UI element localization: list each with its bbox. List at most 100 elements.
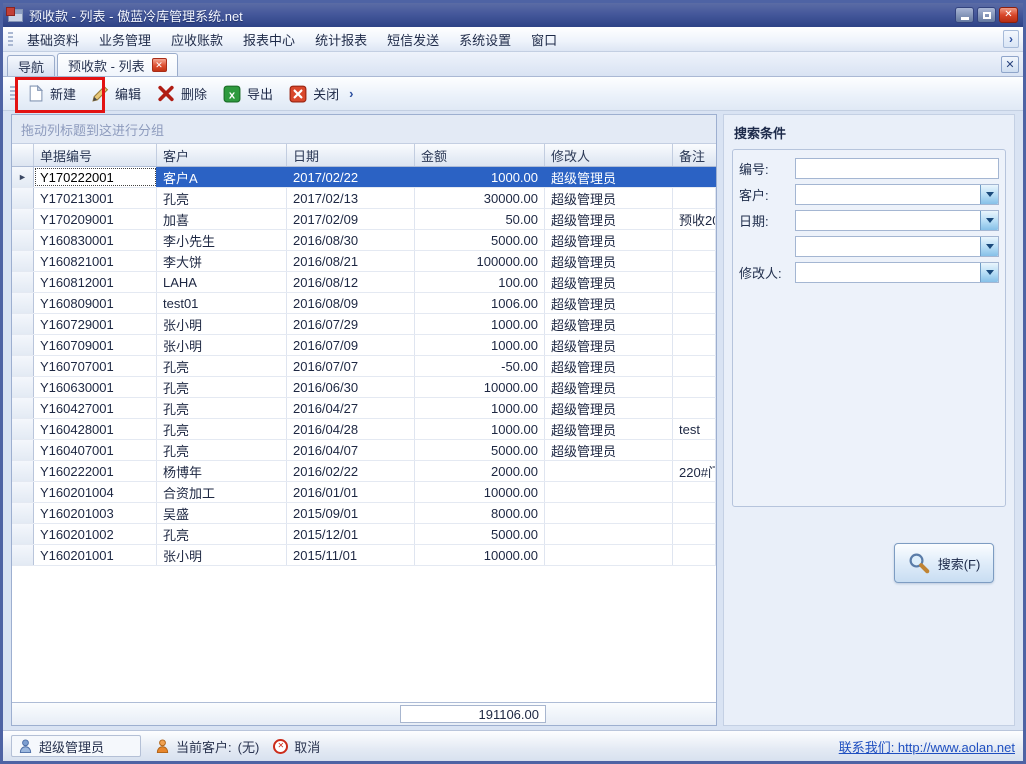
tabstrip-close-button[interactable]: ✕ [1001, 56, 1019, 73]
customer-dropdown-button[interactable] [980, 185, 998, 204]
cell-amount[interactable]: 5000.00 [415, 230, 545, 250]
contact-link[interactable]: 联系我们: http://www.aolan.net [839, 737, 1015, 756]
menu-item-3[interactable]: 应收账款 [161, 27, 233, 52]
cell-note[interactable] [673, 314, 716, 334]
menu-item-6[interactable]: 短信发送 [377, 27, 449, 52]
table-row[interactable]: Y160809001test012016/08/091006.00超级管理员 [12, 293, 716, 314]
toolbar-overflow-chevron-icon[interactable]: › [349, 86, 353, 101]
cell-amount[interactable]: 1000.00 [415, 398, 545, 418]
search-button[interactable]: 搜索(F) [894, 543, 994, 583]
cell-modifier[interactable]: 超级管理员 [545, 419, 673, 439]
column-header-code[interactable]: 单据编号 [34, 144, 157, 166]
cell-customer[interactable]: 客户A [157, 167, 287, 187]
row-indicator[interactable] [12, 461, 34, 481]
table-row[interactable]: Y160201003吴盛2015/09/018000.00 [12, 503, 716, 524]
cell-modifier[interactable] [545, 545, 673, 565]
row-indicator[interactable] [12, 251, 34, 271]
cell-note[interactable]: test [673, 419, 716, 439]
date-to-dropdown-button[interactable] [980, 237, 998, 256]
modifier-input[interactable] [796, 263, 980, 282]
table-row[interactable]: ►Y170222001客户A2017/02/221000.00超级管理员 [12, 167, 716, 188]
cell-date[interactable]: 2017/02/13 [287, 188, 415, 208]
cell-code[interactable]: Y160201003 [34, 503, 157, 523]
cell-date[interactable]: 2016/06/30 [287, 377, 415, 397]
cell-date[interactable]: 2017/02/09 [287, 209, 415, 229]
cell-date[interactable]: 2015/12/01 [287, 524, 415, 544]
table-row[interactable]: Y160201001张小明2015/11/0110000.00 [12, 545, 716, 566]
row-indicator[interactable] [12, 188, 34, 208]
cell-note[interactable]: 预收2017年1月份冷... [673, 209, 716, 229]
cell-amount[interactable]: 10000.00 [415, 482, 545, 502]
cell-customer[interactable]: 张小明 [157, 545, 287, 565]
row-indicator[interactable] [12, 524, 34, 544]
date-from-input[interactable] [796, 211, 980, 230]
cell-modifier[interactable] [545, 503, 673, 523]
close-view-button[interactable]: 关闭 [281, 80, 347, 107]
cell-amount[interactable]: 100.00 [415, 272, 545, 292]
cell-modifier[interactable] [545, 524, 673, 544]
cell-modifier[interactable]: 超级管理员 [545, 377, 673, 397]
cell-note[interactable] [673, 545, 716, 565]
cell-modifier[interactable]: 超级管理员 [545, 335, 673, 355]
cell-customer[interactable]: 孔亮 [157, 377, 287, 397]
row-indicator[interactable] [12, 398, 34, 418]
cell-code[interactable]: Y160428001 [34, 419, 157, 439]
cell-note[interactable] [673, 251, 716, 271]
cell-amount[interactable]: 5000.00 [415, 440, 545, 460]
cell-note[interactable] [673, 230, 716, 250]
cell-date[interactable]: 2016/04/27 [287, 398, 415, 418]
row-indicator[interactable] [12, 482, 34, 502]
cell-amount[interactable]: 5000.00 [415, 524, 545, 544]
cell-note[interactable]: 220#门市装修押金 [673, 461, 716, 481]
cell-date[interactable]: 2016/08/09 [287, 293, 415, 313]
table-row[interactable]: Y160709001张小明2016/07/091000.00超级管理员 [12, 335, 716, 356]
close-window-button[interactable]: ✕ [999, 7, 1018, 23]
cell-code[interactable]: Y160201004 [34, 482, 157, 502]
cell-date[interactable]: 2016/04/07 [287, 440, 415, 460]
cell-amount[interactable]: 1000.00 [415, 419, 545, 439]
cell-customer[interactable]: 孔亮 [157, 440, 287, 460]
maximize-button[interactable] [977, 7, 996, 23]
cell-note[interactable] [673, 377, 716, 397]
cell-customer[interactable]: 孔亮 [157, 398, 287, 418]
column-header-date[interactable]: 日期 [287, 144, 415, 166]
cell-customer[interactable]: 合资加工 [157, 482, 287, 502]
table-row[interactable]: Y170213001孔亮2017/02/1330000.00超级管理员 [12, 188, 716, 209]
cell-customer[interactable]: 吴盛 [157, 503, 287, 523]
cell-customer[interactable]: 孔亮 [157, 419, 287, 439]
cell-note[interactable] [673, 482, 716, 502]
cell-date[interactable]: 2017/02/22 [287, 167, 415, 187]
delete-button[interactable]: 删除 [149, 80, 215, 107]
cell-date[interactable]: 2015/11/01 [287, 545, 415, 565]
menu-overflow-button[interactable]: › [1003, 30, 1019, 48]
minimize-button[interactable] [955, 7, 974, 23]
table-row[interactable]: Y170209001加喜2017/02/0950.00超级管理员预收2017年1… [12, 209, 716, 230]
table-row[interactable]: Y160729001张小明2016/07/291000.00超级管理员 [12, 314, 716, 335]
cell-modifier[interactable]: 超级管理员 [545, 398, 673, 418]
cell-customer[interactable]: 李大饼 [157, 251, 287, 271]
cell-code[interactable]: Y160407001 [34, 440, 157, 460]
menu-item-4[interactable]: 报表中心 [233, 27, 305, 52]
cell-code[interactable]: Y160427001 [34, 398, 157, 418]
column-header-amount[interactable]: 金额 [415, 144, 545, 166]
table-row[interactable]: Y160201004合资加工2016/01/0110000.00 [12, 482, 716, 503]
column-header-customer[interactable]: 客户 [157, 144, 287, 166]
cell-customer[interactable]: test01 [157, 293, 287, 313]
cell-date[interactable]: 2016/08/12 [287, 272, 415, 292]
cell-modifier[interactable]: 超级管理员 [545, 209, 673, 229]
cell-amount[interactable]: 50.00 [415, 209, 545, 229]
tab-close-button[interactable]: ✕ [152, 58, 167, 72]
cell-code[interactable]: Y160630001 [34, 377, 157, 397]
cell-amount[interactable]: 10000.00 [415, 377, 545, 397]
cell-amount[interactable]: 100000.00 [415, 251, 545, 271]
tab-prepayment-list[interactable]: 预收款 - 列表 ✕ [57, 53, 178, 76]
cell-modifier[interactable] [545, 461, 673, 481]
table-row[interactable]: Y160707001孔亮2016/07/07-50.00超级管理员 [12, 356, 716, 377]
cell-modifier[interactable]: 超级管理员 [545, 188, 673, 208]
cell-note[interactable] [673, 272, 716, 292]
cell-note[interactable] [673, 503, 716, 523]
cell-modifier[interactable]: 超级管理员 [545, 251, 673, 271]
cell-date[interactable]: 2016/07/09 [287, 335, 415, 355]
menu-item-7[interactable]: 系统设置 [449, 27, 521, 52]
table-row[interactable]: Y160222001杨博年2016/02/222000.00220#门市装修押金 [12, 461, 716, 482]
